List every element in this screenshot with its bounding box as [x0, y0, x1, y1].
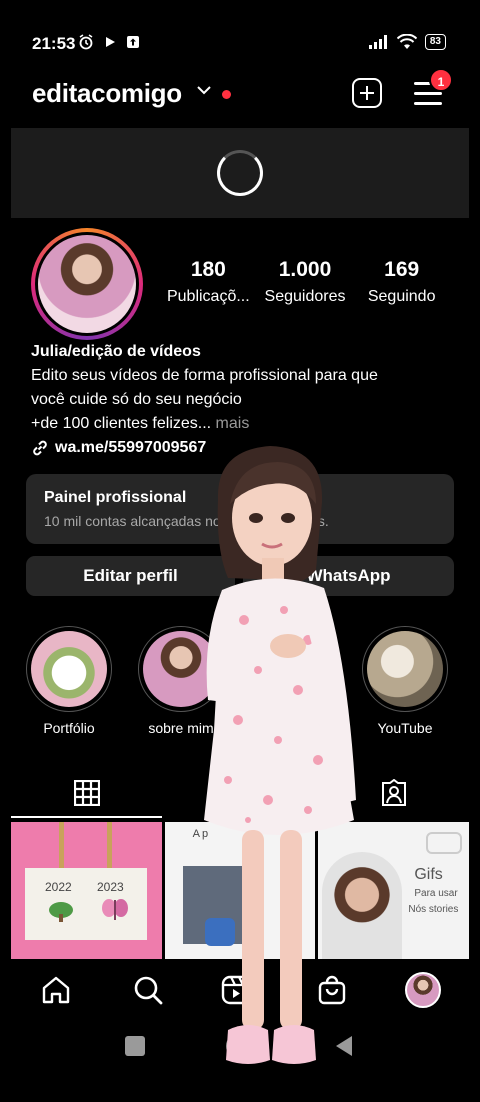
tree-icon	[49, 902, 73, 922]
post-decoration	[426, 832, 463, 854]
bio-line-truncated: +de 100 clientes felizes... mais	[31, 412, 451, 436]
grid-icon	[74, 780, 100, 806]
bio-name: Julia/edição de vídeos	[31, 343, 201, 360]
alarm-icon	[79, 34, 93, 50]
upload-icon	[127, 36, 139, 48]
stat-following[interactable]: 169 Seguindo	[353, 258, 450, 306]
chevron-down-icon[interactable]	[196, 84, 212, 96]
tagged-person-icon	[382, 779, 406, 806]
status-time: 21:53	[32, 34, 76, 53]
active-tab-indicator	[11, 816, 162, 818]
username[interactable]: editacomigo	[32, 78, 182, 109]
home-icon	[42, 976, 70, 1004]
loading-spinner-icon	[217, 150, 263, 196]
post-text: Gifs	[414, 866, 443, 883]
nav-search[interactable]	[130, 972, 166, 1008]
highlight-label: Portfólio	[43, 720, 95, 736]
stat-label: Seguidores	[264, 288, 346, 305]
avatar-photo	[38, 235, 136, 333]
loading-banner	[11, 128, 469, 218]
profile-avatar[interactable]	[31, 228, 143, 340]
highlight-youtube[interactable]: YouTube	[360, 626, 450, 736]
highlight-portfolio[interactable]: Portfólio	[24, 626, 114, 736]
highlight-label: YouTube	[377, 720, 433, 736]
post-text: 2022	[45, 880, 72, 894]
bio-line: você cuide só do seu negócio	[31, 391, 242, 408]
status-right-icons: 83	[368, 34, 446, 50]
stat-followers[interactable]: 1.000 Seguidores	[257, 258, 354, 306]
stat-posts[interactable]: 180 Publicaçõ...	[160, 258, 257, 306]
highlight-cover	[31, 631, 107, 707]
highlight-cover	[367, 631, 443, 707]
status-left-icons	[78, 34, 140, 50]
stat-label: Seguindo	[367, 288, 436, 305]
unread-dot	[222, 90, 231, 99]
post-thumbnail[interactable]: 2022 2023	[11, 822, 162, 959]
post-board-graphic: 2022 2023	[25, 868, 147, 940]
play-icon	[106, 37, 115, 47]
profile-avatar-small	[405, 972, 441, 1008]
bio-line: Edito seus vídeos de forma profissional …	[31, 367, 378, 384]
wifi-icon	[396, 34, 417, 49]
bio-more-link[interactable]: mais	[211, 415, 250, 432]
stat-value: 180	[190, 258, 226, 281]
create-post-button[interactable]	[352, 78, 382, 108]
avatar-sticker-image[interactable]	[188, 440, 368, 1090]
nav-home[interactable]	[38, 972, 74, 1008]
butterfly-icon	[102, 899, 128, 920]
nav-profile[interactable]	[405, 972, 441, 1008]
post-text: 2023	[97, 880, 124, 894]
bio-link-text[interactable]: wa.me/55997009567	[55, 436, 206, 460]
stat-label: Publicaçõ...	[166, 288, 250, 305]
search-icon	[134, 976, 163, 1005]
profile-header: editacomigo 1	[0, 68, 480, 120]
recents-icon[interactable]	[125, 1036, 145, 1056]
stat-value: 169	[384, 258, 420, 281]
bio-line: +de 100 clientes felizes...	[31, 415, 212, 432]
post-text: Para usar	[414, 888, 458, 899]
post-text: Nós stories	[408, 904, 459, 915]
signal-icon	[368, 35, 387, 49]
battery-indicator: 83	[424, 34, 446, 50]
tab-grid[interactable]	[11, 768, 163, 818]
stat-value: 1.000	[278, 258, 332, 281]
profile-stats: 180 Publicaçõ... 1.000 Seguidores 169 Se…	[160, 258, 450, 306]
link-icon	[33, 440, 47, 456]
notification-badge: 1	[429, 68, 453, 92]
